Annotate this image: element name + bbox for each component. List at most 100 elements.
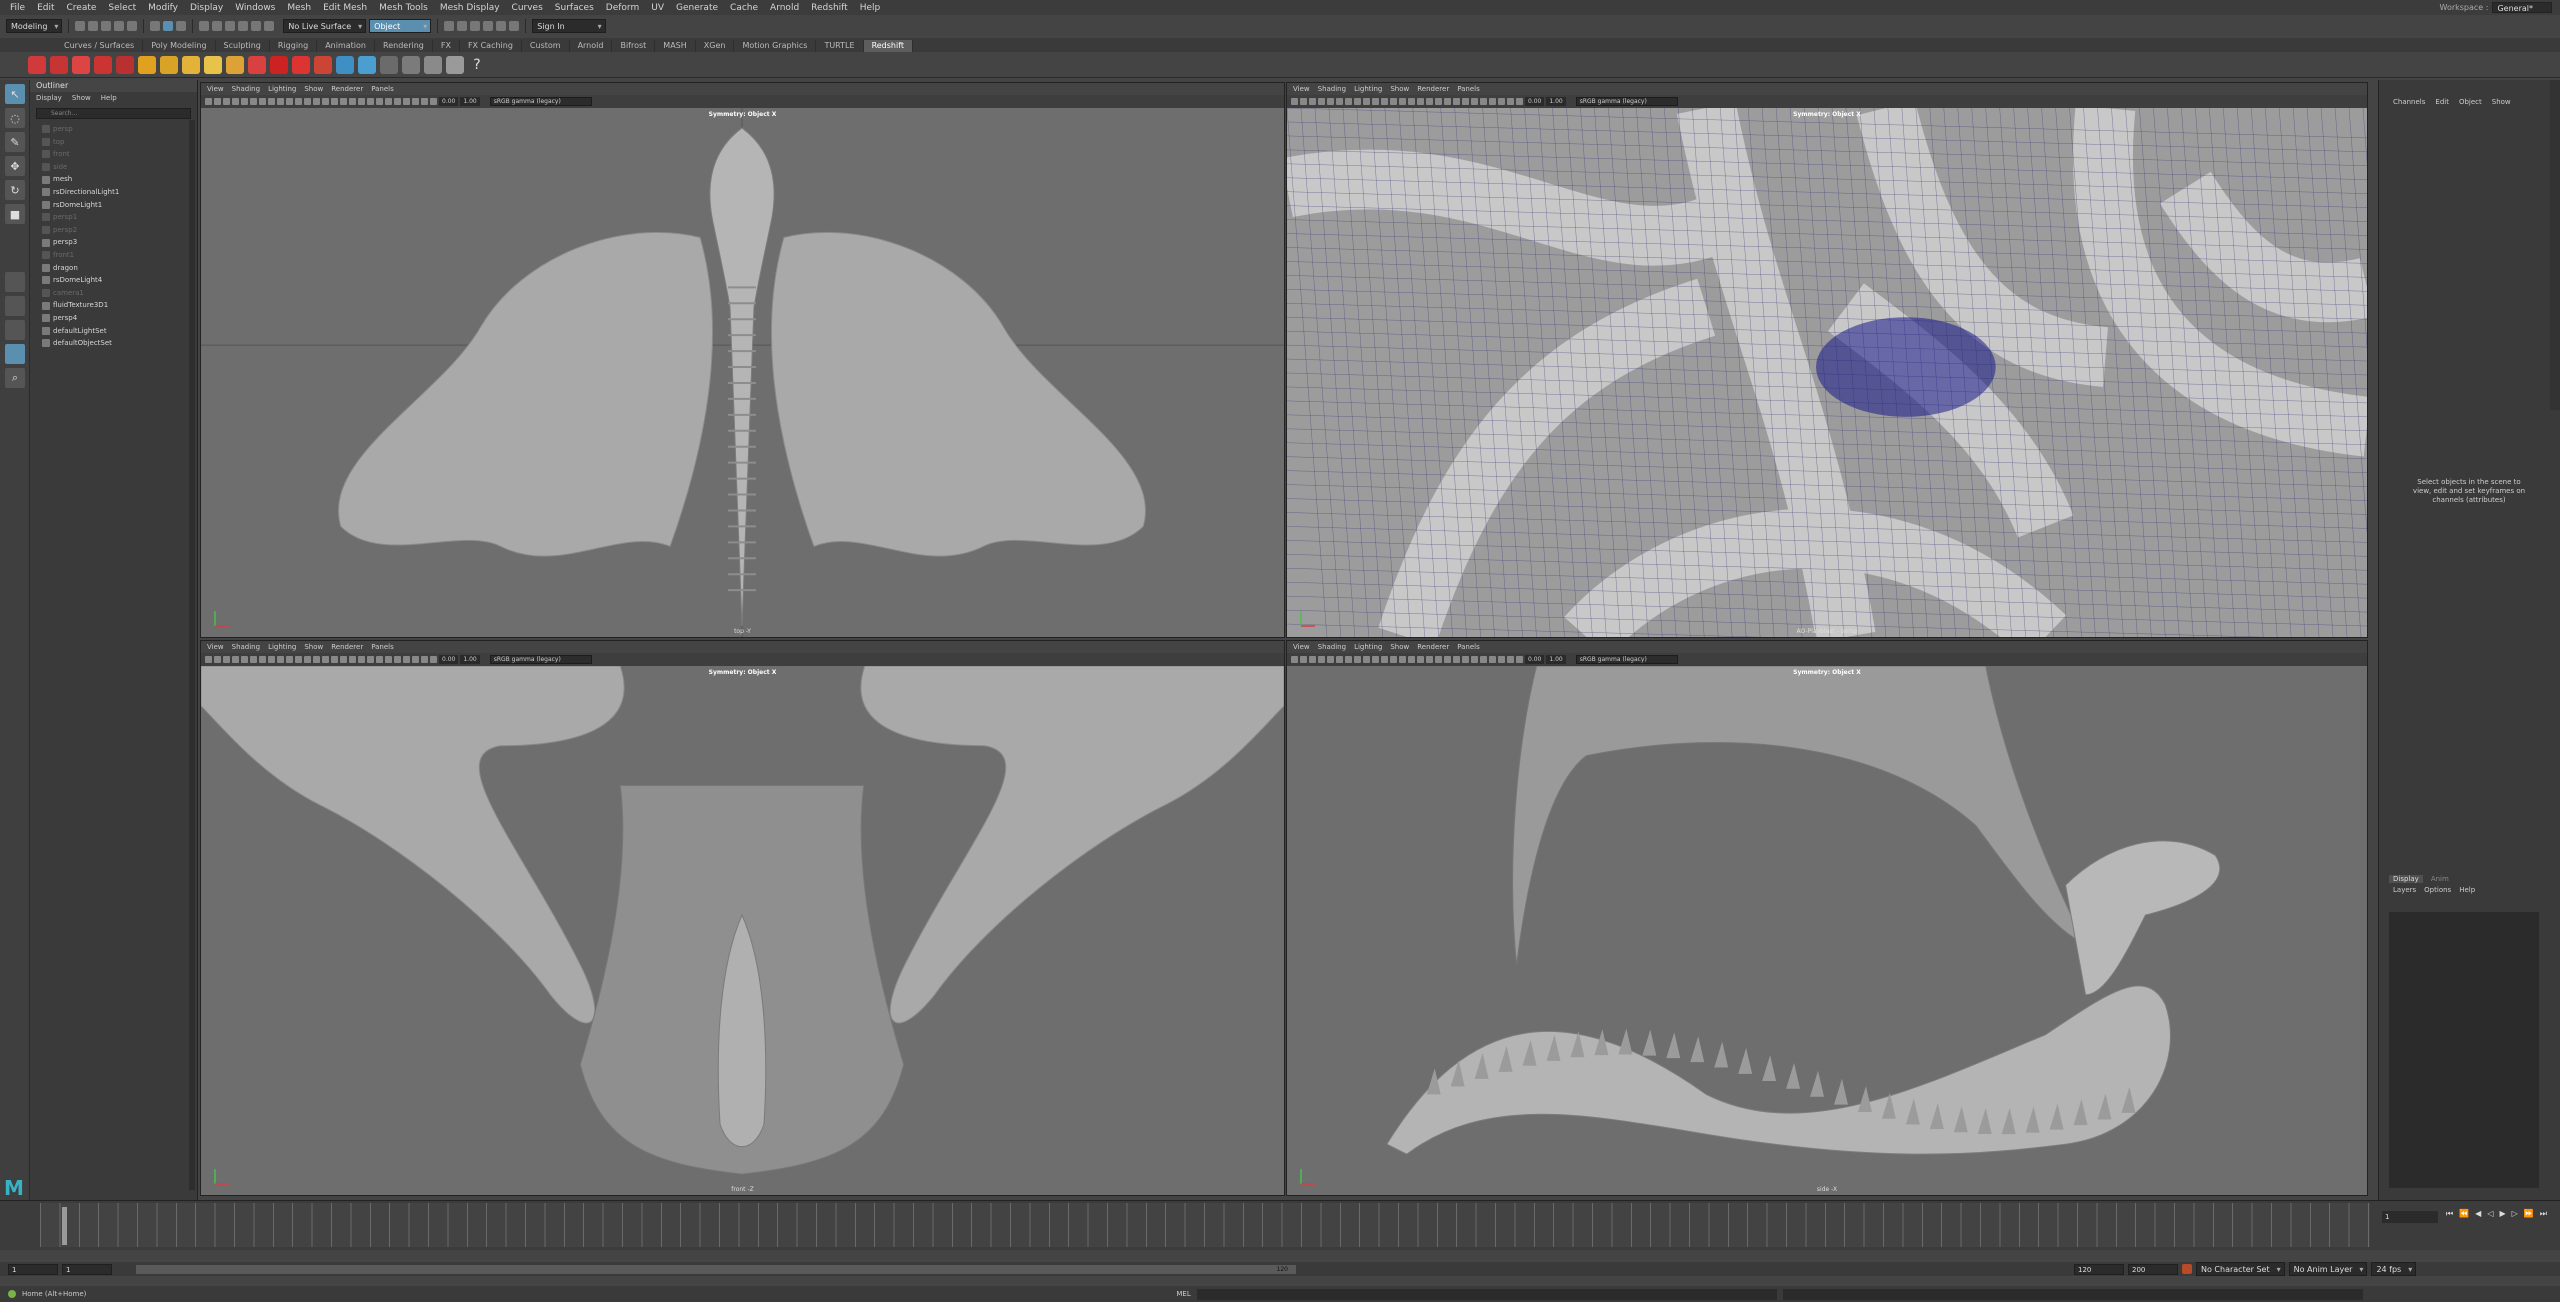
safe-title-icon[interactable] (1381, 98, 1388, 105)
viewport-scene[interactable] (1287, 100, 2367, 637)
textured-icon[interactable] (340, 98, 347, 105)
shelf-tab-poly-modeling[interactable]: Poly Modeling (143, 40, 216, 52)
viewport-menu-shading[interactable]: Shading (1318, 641, 1346, 653)
rs-aov-icon[interactable] (358, 55, 376, 74)
viewport-menu-show[interactable]: Show (1390, 83, 1409, 95)
wireframe-on-shaded-icon[interactable] (1417, 656, 1424, 663)
go-to-start-icon[interactable]: ⏮ (2446, 1209, 2453, 1219)
viewport-scene[interactable] (201, 665, 1284, 1195)
channel-menu-object[interactable]: Object (2459, 98, 2482, 106)
camera-attrs-icon[interactable] (214, 98, 221, 105)
menu-uv[interactable]: UV (645, 3, 670, 13)
wireframe-icon[interactable] (1390, 656, 1397, 663)
display-layer-tab[interactable]: Display (2389, 875, 2423, 883)
outliner-item[interactable]: defaultObjectSet (42, 337, 197, 350)
outliner-item[interactable]: camera1 (42, 287, 197, 300)
screen-space-ao-icon[interactable] (367, 98, 374, 105)
rs-render-icon[interactable] (28, 55, 46, 74)
viewport-menu-panels[interactable]: Panels (1457, 641, 1480, 653)
gate-mask-icon[interactable] (268, 656, 275, 663)
snap-view-icon[interactable] (264, 21, 275, 31)
rs-sphere-icon[interactable] (270, 55, 288, 74)
shelf-tab-mash[interactable]: MASH (655, 40, 696, 52)
viewport-canvas[interactable] (1287, 100, 2367, 637)
exposure-field[interactable]: 0.00 (1525, 97, 1545, 106)
fps-dropdown[interactable]: 24 fps (2371, 1262, 2417, 1276)
field-chart-icon[interactable] (277, 98, 284, 105)
wireframe-on-shaded-icon[interactable] (331, 656, 338, 663)
menu-select[interactable]: Select (102, 3, 142, 13)
shelf-tab-bifrost[interactable]: Bifrost (612, 40, 656, 52)
layer-list[interactable] (2389, 912, 2539, 1188)
snap-point-icon[interactable] (225, 21, 236, 31)
select-object-icon[interactable] (163, 21, 174, 31)
outliner-item[interactable]: persp1 (42, 211, 197, 224)
menu-display[interactable]: Display (184, 3, 229, 13)
rs-ies-light-icon[interactable] (314, 55, 332, 74)
render-view-icon[interactable] (496, 21, 507, 31)
menu-redshift[interactable]: Redshift (805, 3, 854, 13)
viewport-canvas[interactable] (201, 665, 1284, 1195)
bookmark-icon[interactable] (1309, 656, 1316, 663)
help-menu[interactable]: Help (2459, 886, 2475, 894)
isolate-select-icon[interactable] (403, 656, 410, 663)
outliner-menu-help[interactable]: Help (101, 92, 117, 104)
shelf-tab-animation[interactable]: Animation (317, 40, 375, 52)
open-scene-icon[interactable] (88, 21, 99, 31)
menu-surfaces[interactable]: Surfaces (549, 3, 600, 13)
hypershade-icon[interactable] (483, 21, 494, 31)
image-plane-icon[interactable] (232, 656, 239, 663)
camera-icon[interactable] (205, 98, 212, 105)
gamma-field[interactable]: 1.00 (460, 655, 480, 664)
exposure-field[interactable]: 0.00 (439, 97, 459, 106)
resolution-gate-icon[interactable] (259, 656, 266, 663)
anti-aliasing-icon[interactable] (1471, 656, 1478, 663)
xray-icon[interactable] (412, 656, 419, 663)
field-chart-icon[interactable] (1363, 98, 1370, 105)
outliner-item[interactable]: dragon (42, 262, 197, 275)
light-editor-icon[interactable] (509, 21, 520, 31)
film-gate-icon[interactable] (1336, 656, 1343, 663)
camera-icon[interactable] (205, 656, 212, 663)
anim-layer-tab[interactable]: Anim (2431, 875, 2449, 883)
menu-deform[interactable]: Deform (600, 3, 645, 13)
shelf-tab-fx-caching[interactable]: FX Caching (460, 40, 522, 52)
shelf-tab-arnold[interactable]: Arnold (570, 40, 613, 52)
viewport-menu-lighting[interactable]: Lighting (268, 641, 296, 653)
outliner-item[interactable]: fluidTexture3D1 (42, 299, 197, 312)
menu-mesh-tools[interactable]: Mesh Tools (373, 3, 434, 13)
search-icon[interactable]: ⌕ (5, 368, 25, 388)
depth-of-field-icon[interactable] (1480, 656, 1487, 663)
rs-dome-icon[interactable] (226, 55, 244, 74)
default-material-icon[interactable] (322, 656, 329, 663)
snap-curve-icon[interactable] (212, 21, 223, 31)
xray-joints-icon[interactable] (1507, 656, 1514, 663)
shelf-tab-fx[interactable]: FX (433, 40, 460, 52)
default-material-icon[interactable] (322, 98, 329, 105)
textured-icon[interactable] (1426, 98, 1433, 105)
outliner-item[interactable]: rsDirectionalLight1 (42, 186, 197, 199)
film-gate-icon[interactable] (250, 656, 257, 663)
shelf-tab-redshift[interactable]: Redshift (863, 40, 914, 52)
resolution-gate-icon[interactable] (1345, 98, 1352, 105)
grid-icon[interactable] (241, 656, 248, 663)
outliner-layout-icon[interactable] (5, 344, 25, 364)
anim-layer-dropdown[interactable]: No Anim Layer (2288, 1262, 2368, 1276)
anti-aliasing-icon[interactable] (385, 98, 392, 105)
four-view-icon[interactable] (5, 296, 25, 316)
time-slider[interactable]: 1 ⏮ ⏪ ◀ ◁ ▶ ▷ ⏩ ⏭ (0, 1200, 2560, 1250)
rs-proxy-icon[interactable] (138, 55, 156, 74)
shadows-icon[interactable] (358, 98, 365, 105)
persp-outliner-icon[interactable] (5, 320, 25, 340)
viewport-menu-lighting[interactable]: Lighting (1354, 641, 1382, 653)
outliner-item[interactable]: defaultLightSet (42, 325, 197, 338)
safe-title-icon[interactable] (295, 656, 302, 663)
viewport-menu-renderer[interactable]: Renderer (1417, 83, 1449, 95)
gamma-field[interactable]: 1.00 (1546, 97, 1566, 106)
viewport-menu-show[interactable]: Show (304, 641, 323, 653)
rs-physical-light-icon[interactable] (292, 55, 310, 74)
depth-of-field-icon[interactable] (394, 98, 401, 105)
range-end-field[interactable]: 120 (2074, 1263, 2124, 1275)
image-plane-icon[interactable] (232, 98, 239, 105)
colorspace-dropdown[interactable]: sRGB gamma (legacy) (1575, 97, 1678, 106)
